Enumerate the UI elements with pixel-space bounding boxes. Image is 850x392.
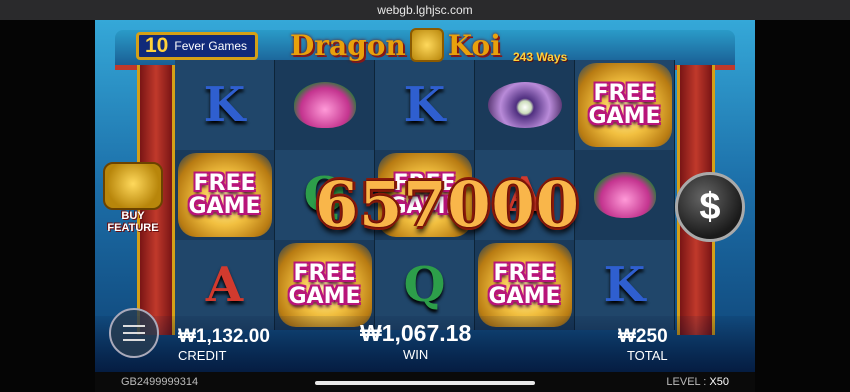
win-value: ₩1,067.18 (360, 320, 472, 346)
lotus-symbol-icon (293, 82, 356, 128)
buy-feature-label: BUY FEATURE (107, 210, 159, 234)
total-bet-stat[interactable]: ₩250 TOTAL (618, 326, 668, 363)
free-game-line2: GAME (588, 104, 661, 129)
free-game-line2: GAME (488, 284, 561, 309)
ways-label: 243 Ways (513, 50, 568, 64)
letter-symbol-k: K (603, 257, 646, 313)
free-game-symbol: FREE GAME (277, 243, 372, 327)
free-game-line1: FREE (293, 261, 356, 286)
total-label: TOTAL (626, 348, 668, 363)
free-game-symbol: FREE GAME (177, 153, 272, 237)
win-amount-display: 657000 (315, 168, 580, 241)
total-value: ₩250 (618, 326, 668, 347)
reel-cell: K (375, 60, 475, 150)
fever-label: Fever Games (174, 39, 248, 53)
credit-value: ₩1,132.00 (178, 326, 270, 347)
pearl-clam-symbol-icon (487, 82, 562, 128)
letter-symbol-k: K (203, 77, 246, 133)
spin-button[interactable]: $ (675, 172, 745, 242)
dollar-icon: $ (699, 185, 721, 228)
reel-cell: FREE GAME (175, 150, 275, 240)
letter-symbol-q: Q (403, 257, 446, 313)
reel-cell: FREE GAME (575, 60, 675, 150)
logo-right-text: Koi (447, 28, 501, 62)
free-game-line2: GAME (188, 194, 261, 219)
game-logo: Dragon Koi (290, 28, 501, 62)
free-game-line2: GAME (288, 284, 361, 309)
lotus-symbol-icon (593, 172, 656, 218)
free-game-symbol: FREE GAME (577, 63, 672, 147)
right-letterbox (755, 20, 850, 392)
koi-emblem-icon (409, 28, 444, 62)
win-stat: ₩1,067.18 WIN (360, 320, 471, 362)
left-letterbox (0, 20, 95, 392)
buy-feature-button[interactable]: BUY FEATURE (99, 162, 167, 234)
free-game-line1: FREE (193, 171, 256, 196)
free-game-symbol: FREE GAME (477, 243, 572, 327)
reel-cell (575, 150, 675, 240)
letter-symbol-k: K (403, 77, 446, 133)
level-info: LEVEL : X50 (666, 372, 729, 392)
win-label: WIN (402, 347, 429, 362)
home-indicator[interactable] (315, 381, 535, 385)
letter-symbol-a: A (205, 257, 244, 313)
hamburger-icon (123, 325, 145, 327)
reel-cell (275, 60, 375, 150)
slot-game: K K FREE GAME FREE GAME Q FREE GAME A A FREE GAME Q FR… (95, 20, 755, 392)
reel-cell: K (175, 60, 275, 150)
free-game-line1: FREE (593, 81, 656, 106)
fever-games-counter: 10 Fever Games (136, 32, 258, 60)
logo-left-text: Dragon (290, 28, 406, 62)
browser-url-bar[interactable]: webgb.lghjsc.com (0, 0, 850, 20)
menu-button[interactable] (109, 308, 159, 358)
fever-count: 10 (145, 34, 169, 57)
player-id: GB2499999314 (121, 376, 199, 388)
level-label: LEVEL : (666, 376, 707, 388)
reel-cell (475, 60, 575, 150)
credit-label: CREDIT (178, 348, 227, 363)
golden-emblem-icon (103, 162, 163, 210)
footer-bar: GB2499999314 LEVEL : X50 (95, 372, 755, 392)
credit-stat: ₩1,132.00 CREDIT (178, 326, 270, 363)
level-value: X50 (709, 376, 729, 388)
free-game-line1: FREE (493, 261, 556, 286)
